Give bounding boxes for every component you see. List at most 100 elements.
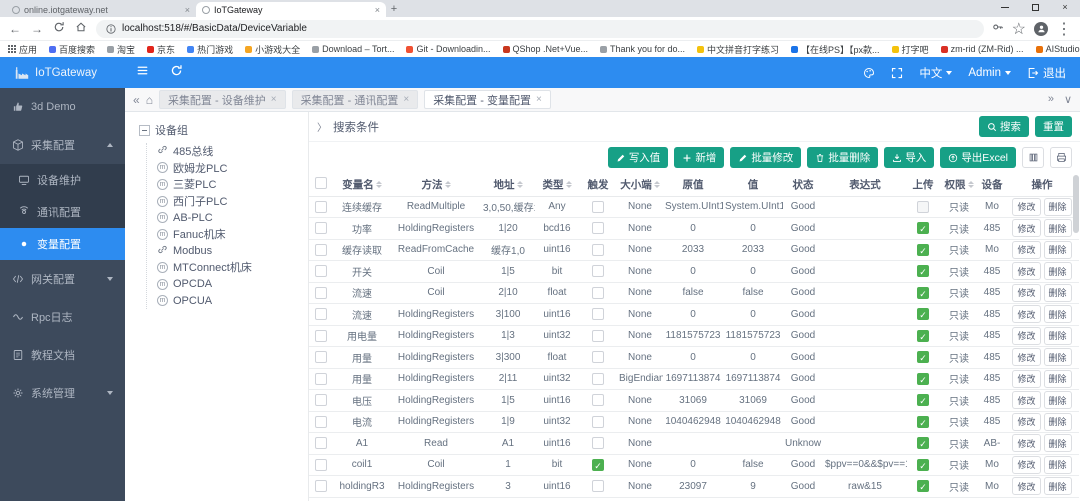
trigger-checkbox[interactable] [592, 200, 604, 213]
row-checkbox[interactable] [315, 243, 327, 256]
reload-icon[interactable] [52, 21, 66, 36]
search-button[interactable]: 搜索 [979, 116, 1029, 137]
bookmark-item[interactable]: 京东 [147, 43, 175, 56]
column-header-type[interactable]: 类型 [535, 173, 579, 197]
fullscreen-icon[interactable] [891, 67, 903, 79]
row-delete-button[interactable]: 删除 [1043, 369, 1072, 388]
row-delete-button[interactable]: 删除 [1043, 391, 1072, 410]
row-delete-button[interactable]: 删除 [1043, 197, 1072, 216]
row-checkbox[interactable] [315, 286, 327, 299]
trigger-checkbox[interactable] [592, 286, 604, 299]
trigger-checkbox[interactable] [592, 415, 604, 428]
logout-button[interactable]: 退出 [1027, 65, 1066, 81]
upload-checkbox[interactable]: ✓ [917, 286, 929, 299]
tabs-scroll-left-icon[interactable]: « [133, 93, 140, 107]
tree-collapse-icon[interactable] [139, 124, 150, 136]
sidebar-item[interactable]: 教程文档 [0, 336, 125, 374]
row-delete-button[interactable]: 删除 [1043, 305, 1072, 324]
toolbar-button-pen[interactable]: 批量修改 [730, 147, 802, 168]
bookmark-item[interactable]: Git - Downloadin... [406, 44, 491, 54]
row-checkbox[interactable] [315, 351, 327, 364]
profile-avatar[interactable] [1034, 21, 1048, 36]
sidebar-item[interactable]: 3d Demo [0, 88, 125, 126]
tabs-menu-icon[interactable]: ∨ [1064, 93, 1072, 106]
upload-checkbox[interactable]: ✓ [917, 243, 929, 256]
row-checkbox[interactable] [315, 394, 327, 407]
url-field[interactable]: localhost:518/#/BasicData/DeviceVariable [96, 19, 984, 38]
row-delete-button[interactable]: 删除 [1043, 240, 1072, 259]
row-delete-button[interactable]: 删除 [1043, 348, 1072, 367]
home-tab-icon[interactable]: ⌂ [146, 93, 153, 107]
sort-icon[interactable] [444, 180, 451, 188]
row-edit-button[interactable]: 修改 [1012, 391, 1041, 410]
toolbar-button-plus[interactable]: 新增 [674, 147, 725, 168]
tree-node[interactable]: m OPCUA [157, 292, 308, 309]
column-settings-button[interactable] [1022, 147, 1044, 168]
upload-checkbox[interactable] [917, 200, 929, 213]
close-icon[interactable]: × [536, 94, 542, 105]
tabs-scroll-right-icon[interactable]: » [1048, 93, 1054, 106]
password-key-icon[interactable] [992, 20, 1004, 38]
reset-button[interactable]: 重置 [1035, 116, 1072, 137]
row-edit-button[interactable]: 修改 [1012, 197, 1041, 216]
trigger-checkbox[interactable]: ✓ [592, 458, 604, 471]
toolbar-button-export[interactable]: 导出Excel [940, 147, 1016, 168]
column-header-method[interactable]: 方法 [391, 173, 481, 197]
row-delete-button[interactable]: 删除 [1043, 455, 1072, 474]
upload-checkbox[interactable]: ✓ [917, 265, 929, 278]
trigger-checkbox[interactable] [592, 351, 604, 364]
bookmark-item[interactable]: 中文拼音打字练习 [697, 43, 779, 56]
row-delete-button[interactable]: 删除 [1043, 262, 1072, 281]
row-edit-button[interactable]: 修改 [1012, 477, 1041, 496]
trigger-checkbox[interactable] [592, 372, 604, 385]
upload-checkbox[interactable]: ✓ [917, 480, 929, 493]
theme-skin-icon[interactable] [863, 67, 875, 79]
trigger-checkbox[interactable] [592, 437, 604, 450]
row-checkbox[interactable] [315, 437, 327, 450]
apps-shortcut[interactable]: 应用 [8, 43, 37, 56]
toolbar-button-import[interactable]: 导入 [884, 147, 935, 168]
tree-node[interactable]: m Fanuc机床 [157, 226, 308, 243]
sidebar-item-sub[interactable]: 设备维护 [0, 164, 125, 196]
bookmark-item[interactable]: QShop .Net+Vue... [502, 44, 588, 54]
row-edit-button[interactable]: 修改 [1012, 283, 1041, 302]
forward-icon[interactable]: → [30, 22, 44, 36]
row-delete-button[interactable]: 删除 [1043, 477, 1072, 496]
upload-checkbox[interactable]: ✓ [917, 308, 929, 321]
row-checkbox[interactable] [315, 372, 327, 385]
column-header-name[interactable]: 变量名 [333, 173, 391, 197]
close-icon[interactable]: × [375, 5, 380, 15]
page-tab[interactable]: 采集配置 - 通讯配置 × [291, 90, 419, 109]
bookmark-item[interactable]: 淘宝 [107, 43, 135, 56]
tree-node[interactable]: 485总线 [157, 143, 308, 160]
chevron-right-icon[interactable]: 〉 [317, 119, 327, 134]
row-edit-button[interactable]: 修改 [1012, 412, 1041, 431]
upload-checkbox[interactable]: ✓ [917, 372, 929, 385]
upload-checkbox[interactable]: ✓ [917, 222, 929, 235]
tree-node[interactable]: m AB-PLC [157, 209, 308, 226]
collapse-menu-icon[interactable] [125, 64, 159, 82]
trigger-checkbox[interactable] [592, 265, 604, 278]
upload-checkbox[interactable]: ✓ [917, 394, 929, 407]
page-tab[interactable]: 采集配置 - 设备维护 × [158, 90, 286, 109]
trigger-checkbox[interactable] [592, 329, 604, 342]
trigger-checkbox[interactable] [592, 394, 604, 407]
upload-checkbox[interactable]: ✓ [917, 437, 929, 450]
page-tab[interactable]: 采集配置 - 变量配置 × [424, 90, 551, 109]
row-delete-button[interactable]: 删除 [1043, 326, 1072, 345]
bookmark-item[interactable]: zm-rid (ZM-Rid) ... [940, 44, 1024, 54]
minimize-button[interactable] [990, 0, 1020, 14]
trigger-checkbox[interactable] [592, 222, 604, 235]
upload-checkbox[interactable]: ✓ [917, 415, 929, 428]
row-edit-button[interactable]: 修改 [1012, 455, 1041, 474]
row-checkbox[interactable] [315, 265, 327, 278]
sort-icon[interactable] [967, 180, 974, 188]
close-icon[interactable]: × [271, 94, 277, 105]
row-edit-button[interactable]: 修改 [1012, 434, 1041, 453]
close-icon[interactable]: × [403, 94, 409, 105]
trigger-checkbox[interactable] [592, 243, 604, 256]
sort-icon[interactable] [653, 180, 660, 188]
row-checkbox[interactable] [315, 415, 327, 428]
sort-icon[interactable] [375, 180, 382, 188]
sidebar-item[interactable]: 系统管理 [0, 374, 125, 412]
